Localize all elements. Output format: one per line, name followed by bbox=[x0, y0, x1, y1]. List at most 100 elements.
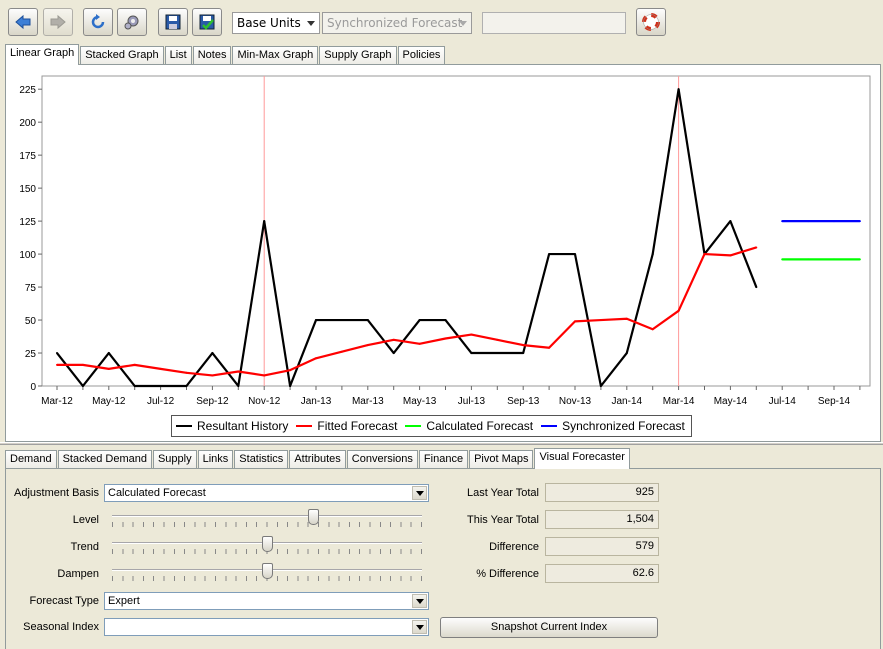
forecast-type-select[interactable]: Expert bbox=[104, 592, 429, 610]
dampen-slider[interactable] bbox=[112, 563, 422, 582]
data-point bbox=[548, 346, 551, 349]
data-point bbox=[444, 337, 447, 340]
data-point bbox=[159, 385, 162, 387]
data-point bbox=[625, 352, 628, 355]
tab-notes[interactable]: Notes bbox=[192, 46, 232, 65]
tab-finance[interactable]: Finance bbox=[418, 450, 469, 469]
tab-demand[interactable]: Demand bbox=[5, 450, 57, 469]
data-point bbox=[625, 317, 628, 320]
pct-difference-value: 62.6 bbox=[545, 564, 659, 583]
save-button[interactable] bbox=[158, 8, 188, 36]
tab-visual-forecaster[interactable]: Visual Forecaster bbox=[534, 448, 630, 469]
x-tick-label: Jul-13 bbox=[458, 396, 486, 407]
level-slider-thumb[interactable] bbox=[308, 509, 319, 525]
tab-linear-graph[interactable]: Linear Graph bbox=[5, 44, 80, 65]
data-point bbox=[781, 258, 784, 261]
save-and-check-button[interactable] bbox=[192, 8, 222, 36]
chevron-down-icon bbox=[459, 21, 467, 26]
trend-slider[interactable] bbox=[112, 536, 422, 555]
difference-label: Difference bbox=[489, 541, 539, 553]
data-point bbox=[315, 357, 317, 360]
settings-icon bbox=[124, 15, 139, 30]
data-point bbox=[833, 220, 835, 223]
linear-graph-chart: 0 25 50 75 100 125 150 175 200 225 Mar-12 May-12 Jul… bbox=[19, 75, 871, 407]
data-point bbox=[81, 363, 84, 366]
legend-label: Calculated Forecast bbox=[426, 419, 534, 433]
adjustment-basis-select[interactable]: Calculated Forecast bbox=[104, 484, 429, 502]
data-point bbox=[159, 367, 162, 370]
tab-attributes[interactable]: Attributes bbox=[289, 450, 346, 469]
tab-statistics[interactable]: Statistics bbox=[234, 450, 289, 469]
trend-slider-thumb[interactable] bbox=[261, 536, 273, 552]
tab-policies[interactable]: Policies bbox=[397, 46, 446, 65]
forward-arrow-icon bbox=[50, 14, 66, 30]
x-tick-label: Sep-12 bbox=[196, 396, 229, 407]
y-tick-label: 200 bbox=[19, 118, 36, 129]
data-point bbox=[340, 350, 343, 353]
tab-supply[interactable]: Supply bbox=[152, 450, 197, 469]
data-point bbox=[418, 319, 421, 322]
settings-button[interactable] bbox=[117, 8, 147, 36]
data-point bbox=[496, 352, 499, 355]
x-tick-label: Nov-12 bbox=[248, 396, 281, 407]
y-tick-label: 0 bbox=[30, 382, 36, 393]
dampen-label: Dampen bbox=[57, 568, 99, 580]
units-combo[interactable]: Base Units bbox=[232, 12, 320, 34]
tab-min-max-graph[interactable]: Min-Max Graph bbox=[232, 46, 319, 65]
this-year-total-label: This Year Total bbox=[467, 514, 539, 526]
tab-stacked-demand[interactable]: Stacked Demand bbox=[57, 450, 152, 469]
y-tick-label: 150 bbox=[19, 184, 36, 195]
data-point bbox=[211, 352, 214, 355]
tab-conversions[interactable]: Conversions bbox=[346, 450, 418, 469]
seasonal-index-select[interactable] bbox=[104, 618, 429, 636]
tab-pivot-maps[interactable]: Pivot Maps bbox=[469, 450, 534, 469]
y-tick-label: 225 bbox=[19, 85, 36, 96]
data-point bbox=[781, 220, 784, 223]
back-button[interactable] bbox=[8, 8, 38, 36]
snapshot-current-index-button[interactable]: Snapshot Current Index bbox=[440, 617, 658, 638]
search-field[interactable] bbox=[482, 12, 626, 34]
slider-track bbox=[112, 515, 422, 517]
data-point bbox=[289, 385, 292, 387]
x-tick-label: Mar-13 bbox=[352, 396, 384, 407]
data-point bbox=[366, 344, 369, 347]
forecast-combo[interactable]: Synchronized Forecast bbox=[322, 12, 472, 34]
level-slider[interactable] bbox=[112, 509, 422, 528]
data-point bbox=[444, 319, 447, 322]
refresh-button[interactable] bbox=[83, 8, 113, 36]
data-point bbox=[548, 253, 551, 256]
data-point bbox=[237, 385, 240, 387]
dampen-slider-thumb[interactable] bbox=[261, 563, 273, 579]
tab-supply-graph[interactable]: Supply Graph bbox=[319, 46, 397, 65]
tab-links[interactable]: Links bbox=[197, 450, 234, 469]
data-point bbox=[755, 286, 758, 289]
forecast-type-value: Expert bbox=[108, 595, 140, 607]
units-combo-value: Base Units bbox=[237, 16, 301, 30]
chevron-down-icon bbox=[307, 21, 315, 26]
data-point bbox=[677, 88, 680, 91]
pct-difference-label: % Difference bbox=[476, 568, 539, 580]
help-button[interactable] bbox=[636, 8, 666, 36]
data-point bbox=[651, 328, 654, 331]
splitter[interactable] bbox=[0, 442, 883, 445]
tab-stacked-graph[interactable]: Stacked Graph bbox=[80, 46, 164, 65]
data-point bbox=[263, 220, 266, 223]
x-tick-label: May-12 bbox=[92, 396, 126, 407]
data-point bbox=[599, 319, 602, 322]
data-point bbox=[522, 352, 525, 355]
y-tick-label: 100 bbox=[19, 250, 36, 261]
legend-label: Resultant History bbox=[197, 419, 289, 433]
data-point bbox=[107, 352, 110, 355]
legend-label: Synchronized Forecast bbox=[562, 419, 685, 433]
x-tick-label: Mar-12 bbox=[41, 396, 73, 407]
help-lifebuoy-icon bbox=[642, 13, 660, 31]
data-point bbox=[703, 253, 706, 256]
forward-button[interactable] bbox=[43, 8, 73, 36]
data-point bbox=[858, 258, 861, 261]
data-point bbox=[211, 374, 214, 377]
tab-list[interactable]: List bbox=[164, 46, 192, 65]
data-point bbox=[807, 220, 810, 223]
legend-item: Resultant History bbox=[176, 419, 288, 433]
chevron-down-icon bbox=[412, 486, 427, 500]
x-tick-label: Jan-14 bbox=[612, 396, 643, 407]
